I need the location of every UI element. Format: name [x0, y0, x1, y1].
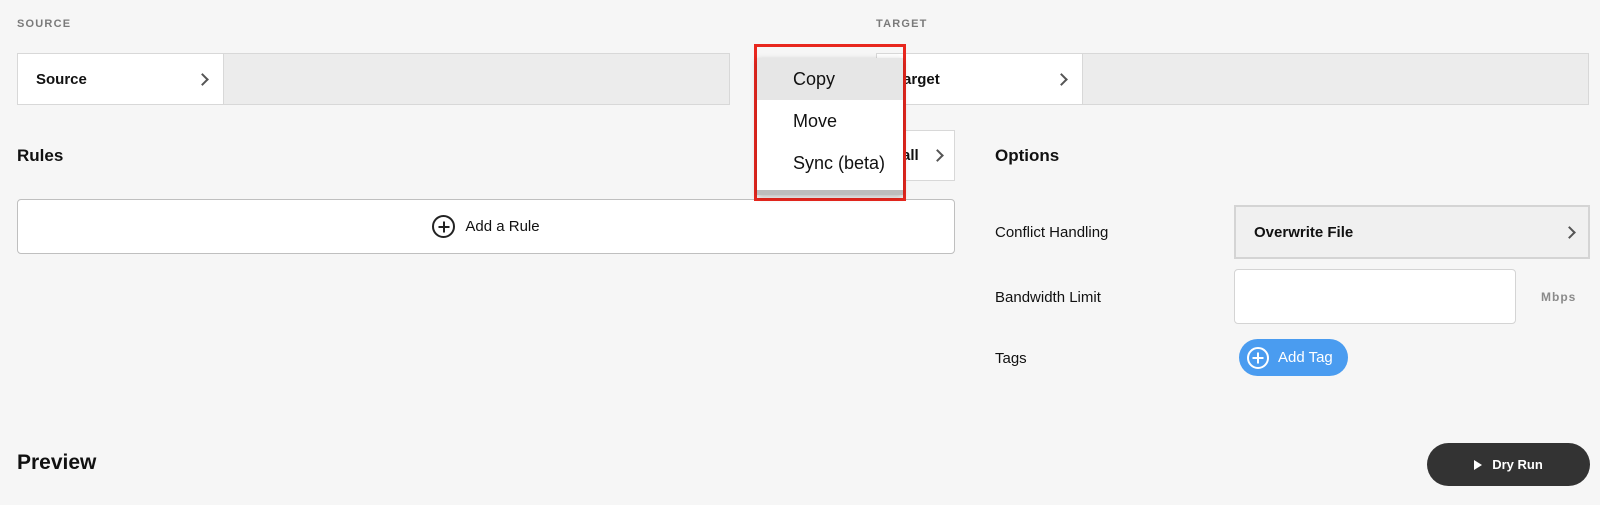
add-tag-button[interactable]: Add Tag — [1239, 339, 1348, 376]
source-selector-button[interactable]: Source — [18, 54, 224, 104]
add-tag-label: Add Tag — [1278, 349, 1333, 366]
dry-run-button[interactable]: Dry Run — [1427, 443, 1590, 486]
rules-heading: Rules — [17, 146, 64, 165]
dry-run-label: Dry Run — [1492, 457, 1543, 472]
add-rule-button[interactable]: Add a Rule — [17, 199, 955, 254]
menu-item-move[interactable]: Move — [757, 100, 903, 142]
conflict-handling-select[interactable]: Overwrite File — [1234, 205, 1590, 259]
bandwidth-limit-label: Bandwidth Limit — [995, 289, 1101, 306]
conflict-handling-value: Overwrite File — [1254, 223, 1354, 241]
add-rule-label: Add a Rule — [465, 218, 540, 235]
bandwidth-limit-input[interactable] — [1234, 269, 1516, 324]
target-section-label: TARGET — [876, 18, 928, 30]
tags-label: Tags — [995, 350, 1027, 367]
target-picker: Target — [876, 53, 1589, 105]
chevron-right-icon — [1055, 72, 1068, 86]
options-heading: Options — [995, 146, 1060, 165]
plus-circle-icon — [432, 215, 456, 238]
bandwidth-unit: Mbps — [1541, 290, 1577, 304]
chevron-right-icon — [931, 149, 944, 162]
menu-item-copy[interactable]: Copy — [757, 58, 903, 100]
source-section-label: SOURCE — [17, 18, 72, 30]
chevron-right-icon — [196, 72, 209, 86]
source-selector-label: Source — [36, 70, 87, 88]
operation-dropdown-menu: Copy Move Sync (beta) — [757, 58, 903, 195]
conflict-handling-label: Conflict Handling — [995, 224, 1109, 241]
plus-circle-icon — [1247, 346, 1269, 369]
source-path-area[interactable] — [224, 54, 729, 104]
source-picker: Source — [17, 53, 730, 105]
target-path-area[interactable] — [1083, 54, 1588, 104]
target-selector-button[interactable]: Target — [877, 54, 1083, 104]
chevron-right-icon — [1563, 225, 1576, 239]
menu-item-sync[interactable]: Sync (beta) — [757, 142, 903, 184]
play-icon — [1474, 459, 1483, 470]
preview-heading: Preview — [17, 451, 97, 474]
